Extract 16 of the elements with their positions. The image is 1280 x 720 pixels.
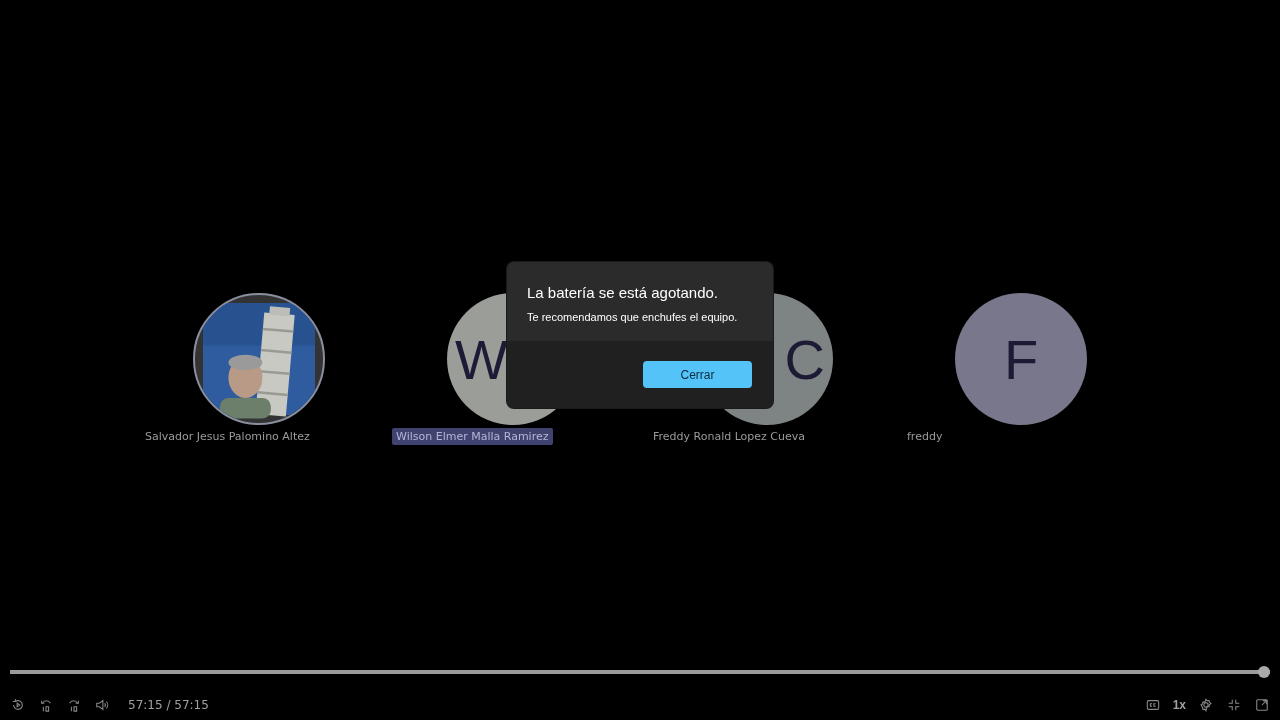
forward-icon[interactable]	[66, 697, 82, 713]
participant-name: Wilson Elmer Malla Ramirez	[392, 428, 553, 445]
avatar: F	[955, 293, 1087, 425]
time-display: 57:15 / 57:15	[128, 698, 209, 712]
exit-fullscreen-icon[interactable]	[1226, 697, 1242, 713]
speed-button[interactable]: 1x	[1172, 698, 1186, 712]
volume-icon[interactable]	[94, 697, 110, 713]
participant-name: Freddy Ronald Lopez Cueva	[652, 429, 807, 445]
captions-icon[interactable]	[1144, 697, 1161, 713]
close-button[interactable]: Cerrar	[643, 361, 752, 388]
replay-icon[interactable]	[10, 697, 26, 713]
participant-name: Salvador Jesus Palomino Altez	[144, 429, 311, 445]
participant-name: freddy	[906, 429, 944, 445]
popout-icon[interactable]	[1254, 697, 1270, 713]
rewind-icon[interactable]	[38, 697, 54, 713]
settings-icon[interactable]	[1198, 697, 1214, 713]
